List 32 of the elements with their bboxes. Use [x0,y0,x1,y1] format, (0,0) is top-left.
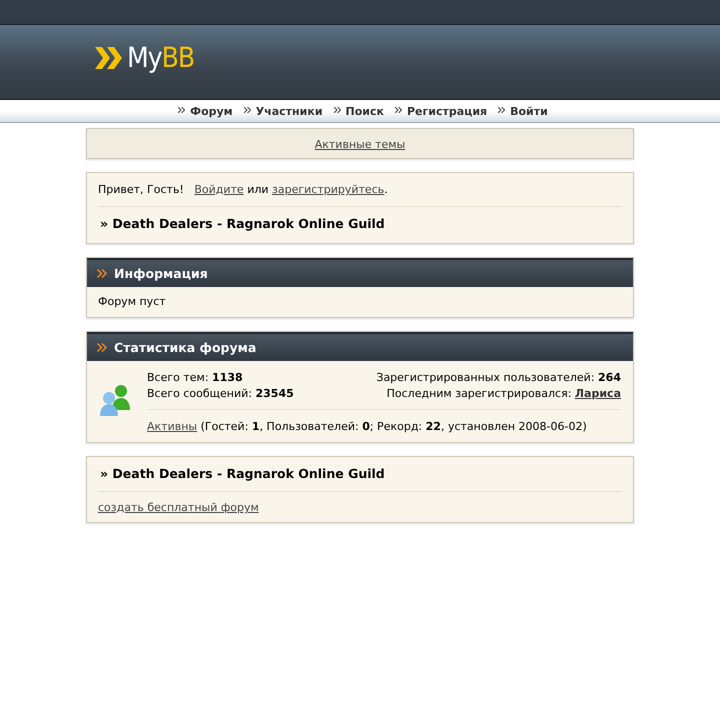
chevron-icon [97,343,107,352]
chevron-icon [498,106,506,112]
stat-text: Зарегистрированных пользователей: 264 [376,371,621,385]
breadcrumb[interactable]: » Death Dealers - Ragnarok Online Guild [98,216,622,235]
chevron-icon [244,106,251,112]
info-text: Форум пуст [98,295,166,308]
welcome-text: Привет, Гость! Войдите или зарегистрируйтесь. [98,182,389,198]
breadcrumb[interactable]: » Death Dealers - Ragnarok Online Guild [98,466,622,483]
nav-link[interactable]: Регистрация [407,104,488,118]
last-member-text: Последним зарегистрировался: Лариса [386,387,621,401]
active-topics-link[interactable]: Активные темы [314,138,406,151]
chevron-icon [97,269,107,278]
stat-text: Всего тем: 1138 [147,371,244,385]
member-link[interactable]: Лариса [574,387,621,400]
chevron-icon [178,106,186,112]
nav-link[interactable]: Участники [256,104,323,118]
section-title: Статистика форума [114,340,256,355]
online-link[interactable]: Активны [147,420,198,433]
double-chevron-icon [95,46,123,68]
login-link[interactable]: Войдите [194,183,244,196]
stat-text: Всего сообщений: 23545 [147,387,294,401]
nav-link[interactable]: Войти [510,104,548,118]
register-link[interactable]: зарегистрируйтесь [272,183,384,196]
nav-link[interactable]: Поиск [346,104,384,118]
section-title: Информация [114,266,208,281]
nav-link[interactable]: Форум [190,104,233,118]
chevron-icon [334,106,341,112]
users-icon [99,383,131,417]
chevron-icon [395,106,402,112]
create-forum-link[interactable]: создать бесплатный форум [98,501,259,514]
online-text: Активны (Гостей: 1, Пользователей: 0; Рекорд: 22, установлен 2008-06-02) [147,419,588,435]
logo-text[interactable]: MyBB [127,41,194,74]
